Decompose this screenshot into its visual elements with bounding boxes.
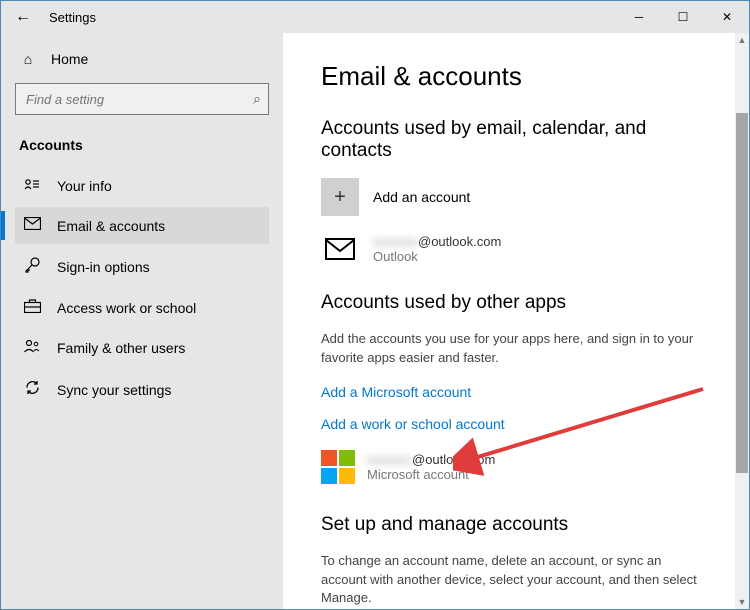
- arrow-left-icon: ←: [15, 8, 31, 25]
- section-setup-manage-title: Set up and manage accounts: [321, 514, 705, 536]
- envelope-icon: [321, 230, 359, 268]
- sidebar-item-label: Sign-in options: [57, 259, 150, 275]
- main-content: Email & accounts Accounts used by email,…: [283, 33, 749, 609]
- section-setup-manage-desc: To change an account name, delete an acc…: [321, 552, 701, 609]
- home-icon: ⌂: [19, 51, 37, 67]
- sidebar: ⌂ Home ⌕ Accounts Your info Email & acco…: [1, 33, 283, 609]
- scrollbar[interactable]: ▲ ▼: [735, 33, 749, 609]
- briefcase-icon: [23, 299, 41, 317]
- account-provider: Outlook: [373, 249, 501, 264]
- add-account-label: Add an account: [373, 189, 470, 205]
- sidebar-item-label: Your info: [57, 178, 112, 194]
- sidebar-item-label: Family & other users: [57, 340, 185, 356]
- search-input[interactable]: [15, 83, 269, 115]
- people-icon: [23, 339, 41, 357]
- sidebar-item-your-info[interactable]: Your info: [15, 167, 269, 205]
- key-icon: [23, 256, 41, 277]
- minimize-button[interactable]: ─: [617, 1, 661, 33]
- account-email: xxxxxx @outlook.com: [373, 234, 501, 249]
- account-email: xxxxxx @outlook.com: [367, 452, 495, 467]
- sidebar-item-label: Sync your settings: [57, 382, 171, 398]
- sidebar-item-sync-settings[interactable]: Sync your settings: [15, 369, 269, 410]
- scrollbar-thumb[interactable]: [736, 113, 748, 473]
- person-card-icon: [23, 177, 41, 195]
- sidebar-item-signin-options[interactable]: Sign-in options: [15, 246, 269, 287]
- account-type: Microsoft account: [367, 467, 495, 482]
- redacted-username: xxxxxx: [367, 452, 412, 467]
- section-other-apps-desc: Add the accounts you use for your apps h…: [321, 330, 701, 368]
- chevron-up-icon: ▲: [738, 35, 747, 45]
- microsoft-account-item[interactable]: xxxxxx @outlook.com Microsoft account: [321, 450, 705, 484]
- add-work-school-account-link[interactable]: Add a work or school account: [321, 412, 705, 444]
- redacted-username: xxxxxx: [373, 234, 418, 249]
- section-email-calendar-title: Accounts used by email, calendar, and co…: [321, 118, 705, 162]
- sync-icon: [23, 379, 41, 400]
- mail-icon: [23, 217, 41, 234]
- sidebar-item-label: Email & accounts: [57, 218, 165, 234]
- section-other-apps-title: Accounts used by other apps: [321, 292, 705, 314]
- home-label: Home: [51, 51, 88, 67]
- maximize-icon: ☐: [678, 10, 689, 24]
- sidebar-item-label: Access work or school: [57, 300, 196, 316]
- sidebar-item-family-users[interactable]: Family & other users: [15, 329, 269, 367]
- chevron-down-icon: ▼: [738, 597, 747, 607]
- page-title: Email & accounts: [321, 61, 705, 92]
- titlebar: ← Settings ─ ☐ ✕: [1, 1, 749, 33]
- back-button[interactable]: ←: [1, 8, 45, 26]
- minimize-icon: ─: [635, 10, 644, 24]
- window-title: Settings: [49, 10, 96, 25]
- close-button[interactable]: ✕: [705, 1, 749, 33]
- home-button[interactable]: ⌂ Home: [15, 43, 269, 83]
- outlook-account-item[interactable]: xxxxxx @outlook.com Outlook: [321, 230, 705, 268]
- microsoft-logo-icon: [321, 450, 355, 484]
- close-icon: ✕: [722, 10, 732, 24]
- sidebar-item-access-work-school[interactable]: Access work or school: [15, 289, 269, 327]
- settings-window: ← Settings ─ ☐ ✕ ⌂ Home ⌕ Accounts Your …: [0, 0, 750, 610]
- maximize-button[interactable]: ☐: [661, 1, 705, 33]
- add-account-button[interactable]: + Add an account: [321, 178, 705, 216]
- add-microsoft-account-link[interactable]: Add a Microsoft account: [321, 380, 705, 412]
- sidebar-category: Accounts: [15, 133, 269, 165]
- scrollbar-down-button[interactable]: ▼: [735, 595, 749, 609]
- plus-icon: +: [321, 178, 359, 216]
- sidebar-item-email-accounts[interactable]: Email & accounts: [15, 207, 269, 244]
- scrollbar-up-button[interactable]: ▲: [735, 33, 749, 47]
